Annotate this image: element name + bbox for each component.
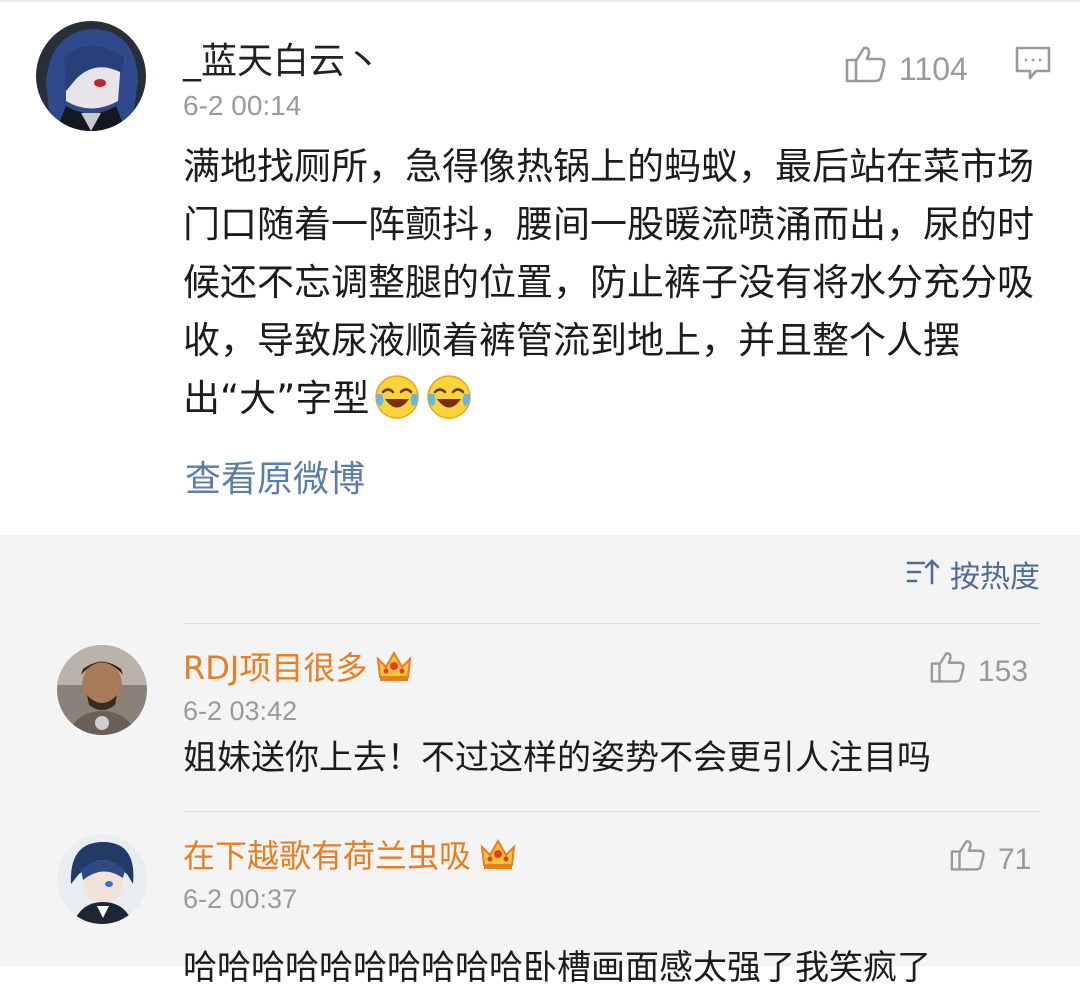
sort-icon xyxy=(906,557,950,598)
comment-bubble-icon[interactable] xyxy=(1014,44,1052,86)
comment-text: 哈哈哈哈哈哈哈哈哈哈卧槽画面感太强了我笑疯了 xyxy=(183,948,931,988)
main-post-text-content: 满地找厕所，急得像热锅上的蚂蚁，最后站在菜市场门口随着一阵颤抖，腰间一股暖流喷涌… xyxy=(183,145,1034,420)
thumbs-up-icon xyxy=(950,838,986,882)
comment-username-text: RDJ项目很多 xyxy=(183,649,368,687)
view-original-weibo-link[interactable]: 查看原微博 xyxy=(185,458,365,502)
thumbs-up-icon xyxy=(845,44,887,93)
comment-avatar[interactable] xyxy=(57,645,147,735)
laughing-crying-emoji xyxy=(373,372,421,420)
comment-item: 在下越歌有荷兰虫吸 6-2 00:37 71 哈哈哈哈哈哈哈哈哈哈卧槽画面感太强… xyxy=(0,812,1080,988)
laughing-crying-emoji xyxy=(425,372,473,420)
comment-like-button[interactable]: 71 xyxy=(950,838,1031,882)
comment-username[interactable]: RDJ项目很多 xyxy=(183,648,413,692)
comment-like-count: 153 xyxy=(978,655,1029,688)
crown-icon xyxy=(479,837,517,880)
comments-section: 按热度 RDJ项目很多 6-2 03:42 153 姐妹送你上去！不过这样的姿势… xyxy=(0,535,1080,988)
top-divider xyxy=(0,0,1080,2)
main-post-avatar[interactable] xyxy=(36,21,146,131)
comment-time: 6-2 03:42 xyxy=(183,696,298,726)
comment-time: 6-2 00:37 xyxy=(183,884,298,914)
main-post: _蓝天白云丶 6-2 00:14 1104 满地找厕所，急得像热锅上的蚂蚁，最后… xyxy=(0,0,1080,535)
comment-text: 姐妹送你上去！不过这样的姿势不会更引人注目吗 xyxy=(183,738,931,778)
comment-username-text: 在下越歌有荷兰虫吸 xyxy=(183,837,472,875)
main-post-like-count: 1104 xyxy=(899,50,968,87)
sort-by-hot-button[interactable]: 按热度 xyxy=(906,557,1040,598)
comment-item: RDJ项目很多 6-2 03:42 153 姐妹送你上去！不过这样的姿势不会更引… xyxy=(0,624,1080,796)
comment-avatar[interactable] xyxy=(57,834,147,924)
main-post-like-button[interactable]: 1104 xyxy=(845,44,968,93)
main-post-time: 6-2 00:14 xyxy=(183,90,302,121)
thumbs-up-icon xyxy=(930,650,966,694)
comment-like-count: 71 xyxy=(998,843,1032,876)
sort-label: 按热度 xyxy=(950,559,1040,595)
comment-like-button[interactable]: 153 xyxy=(930,650,1028,694)
comment-username[interactable]: 在下越歌有荷兰虫吸 xyxy=(183,836,517,880)
crown-icon xyxy=(375,649,413,692)
main-post-text: 满地找厕所，急得像热锅上的蚂蚁，最后站在菜市场门口随着一阵颤抖，腰间一股暖流喷涌… xyxy=(183,138,1053,428)
main-post-username[interactable]: _蓝天白云丶 xyxy=(183,40,381,84)
